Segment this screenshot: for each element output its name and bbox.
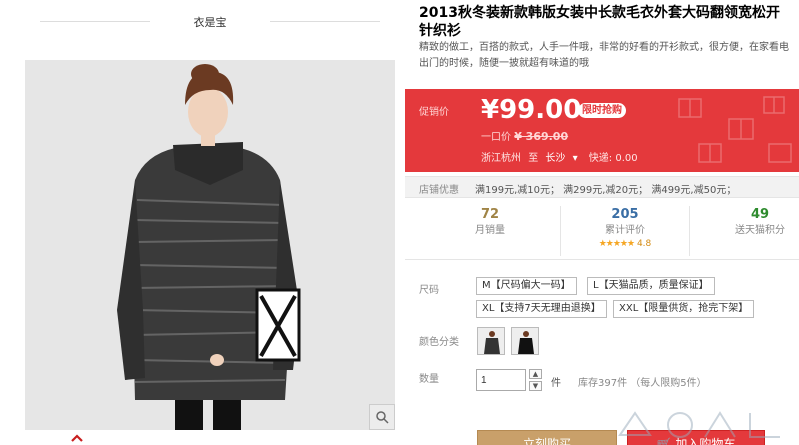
- product-subtitle: 精致的做工，百搭的款式，人手一件哦，非常的好看的开衫款式，很方便，在家看电: [419, 42, 789, 53]
- ship-city-select[interactable]: 长沙 ▾: [545, 153, 581, 164]
- shop-name[interactable]: 衣是宝: [40, 14, 380, 30]
- quantity-input[interactable]: [476, 369, 526, 391]
- size-option-xl[interactable]: XL【支持7天无理由退换】: [476, 300, 607, 318]
- shop-brand-row: 衣是宝: [40, 10, 380, 32]
- rating: ★★★★★ 4.8: [561, 238, 689, 250]
- ship-from: 浙江杭州: [481, 153, 521, 164]
- product-info: 2013秋冬装新款韩版女装中长款毛衣外套大码翻领宽松开 针织衫 精致的做工，百搭…: [405, 0, 799, 445]
- price-label: 促销价: [419, 107, 449, 118]
- ship-to-word: 至: [528, 153, 539, 164]
- price-panel: 促销价 ¥99.00 限时抢购 一口价 ¥ 369.00 浙江杭州 至 长沙 ▾…: [405, 89, 799, 172]
- color-label: 颜色分类: [419, 337, 459, 348]
- site-watermark-logo: [618, 411, 780, 438]
- shop-coupon-row: 店铺优惠 满199元,减10元； 满299元,减20元； 满499元,减50元；: [405, 176, 799, 198]
- ship-fee: 快递: 0.00: [588, 153, 638, 164]
- monthly-sales-value: 72: [480, 207, 500, 222]
- chevron-up-icon[interactable]: [70, 432, 84, 444]
- color-swatch-1[interactable]: [477, 327, 505, 355]
- quantity-unit: 件: [551, 378, 561, 389]
- ship-city: 长沙: [545, 153, 566, 164]
- points-stat: 49 送天猫积分: [695, 206, 799, 238]
- original-price-label: 一口价: [481, 132, 511, 143]
- coupon-label: 店铺优惠: [419, 185, 459, 196]
- size-option-l[interactable]: L【天猫品质，质量保证】: [587, 277, 715, 295]
- main-product-image[interactable]: [25, 60, 395, 430]
- monthly-sales-stat: 72 月销量: [425, 206, 555, 238]
- product-gallery: 衣是宝: [0, 0, 400, 445]
- size-option-m[interactable]: M【尺码偏大一码】: [476, 277, 577, 295]
- reviews-label: 累计评价: [605, 225, 645, 236]
- original-price: ¥ 369.00: [514, 130, 569, 143]
- shipping-row: 浙江杭州 至 长沙 ▾ 快递: 0.00: [481, 149, 642, 164]
- star-rating-icon: ★★★★★: [598, 239, 635, 249]
- stats-row: 72 月销量 205 累计评价 ★★★★★ 4.8 49 送天猫积分: [405, 202, 799, 260]
- swatch-thumbnail: [478, 328, 504, 354]
- quantity-decrement[interactable]: ▼: [529, 381, 542, 391]
- stock-info: 库存397件 （每人限购5件）: [578, 378, 707, 389]
- divider: [270, 21, 380, 22]
- zoom-button[interactable]: [369, 404, 395, 430]
- quantity-label: 数量: [419, 374, 439, 385]
- quantity-increment[interactable]: ▲: [529, 369, 542, 379]
- points-value: 49: [750, 207, 770, 222]
- chevron-down-icon: ▾: [572, 153, 578, 164]
- swatch-thumbnail: [512, 328, 538, 354]
- buy-now-button[interactable]: 立刻购买: [477, 430, 617, 445]
- zoom-icon: [376, 411, 389, 424]
- size-label: 尺码: [419, 285, 439, 296]
- points-label: 送天猫积分: [735, 225, 785, 236]
- product-title: 2013秋冬装新款韩版女装中长款毛衣外套大码翻领宽松开: [419, 5, 780, 21]
- monthly-sales-label: 月销量: [475, 225, 505, 236]
- original-price-row: 一口价 ¥ 369.00: [481, 128, 568, 143]
- product-title-continued: 针织衫: [419, 23, 461, 39]
- rating-score: 4.8: [636, 239, 652, 249]
- promo-badge: 限时抢购: [578, 103, 626, 118]
- gift-pattern-decoration: [678, 96, 792, 163]
- coupon-text: 满199元,减10元； 满299元,减20元； 满499元,减50元；: [475, 185, 737, 196]
- model-photo-illustration: [25, 60, 395, 430]
- reviews-stat[interactable]: 205 累计评价 ★★★★★ 4.8: [560, 206, 690, 256]
- reviews-value: 205: [611, 207, 639, 222]
- promo-price: ¥99.00: [481, 95, 582, 125]
- size-option-xxl[interactable]: XXL【限量供货，抢完下架】: [613, 300, 755, 318]
- product-subtitle-continued: 出门的时候，随便一披就超有味道的哦: [419, 58, 589, 69]
- color-swatch-2[interactable]: [511, 327, 539, 355]
